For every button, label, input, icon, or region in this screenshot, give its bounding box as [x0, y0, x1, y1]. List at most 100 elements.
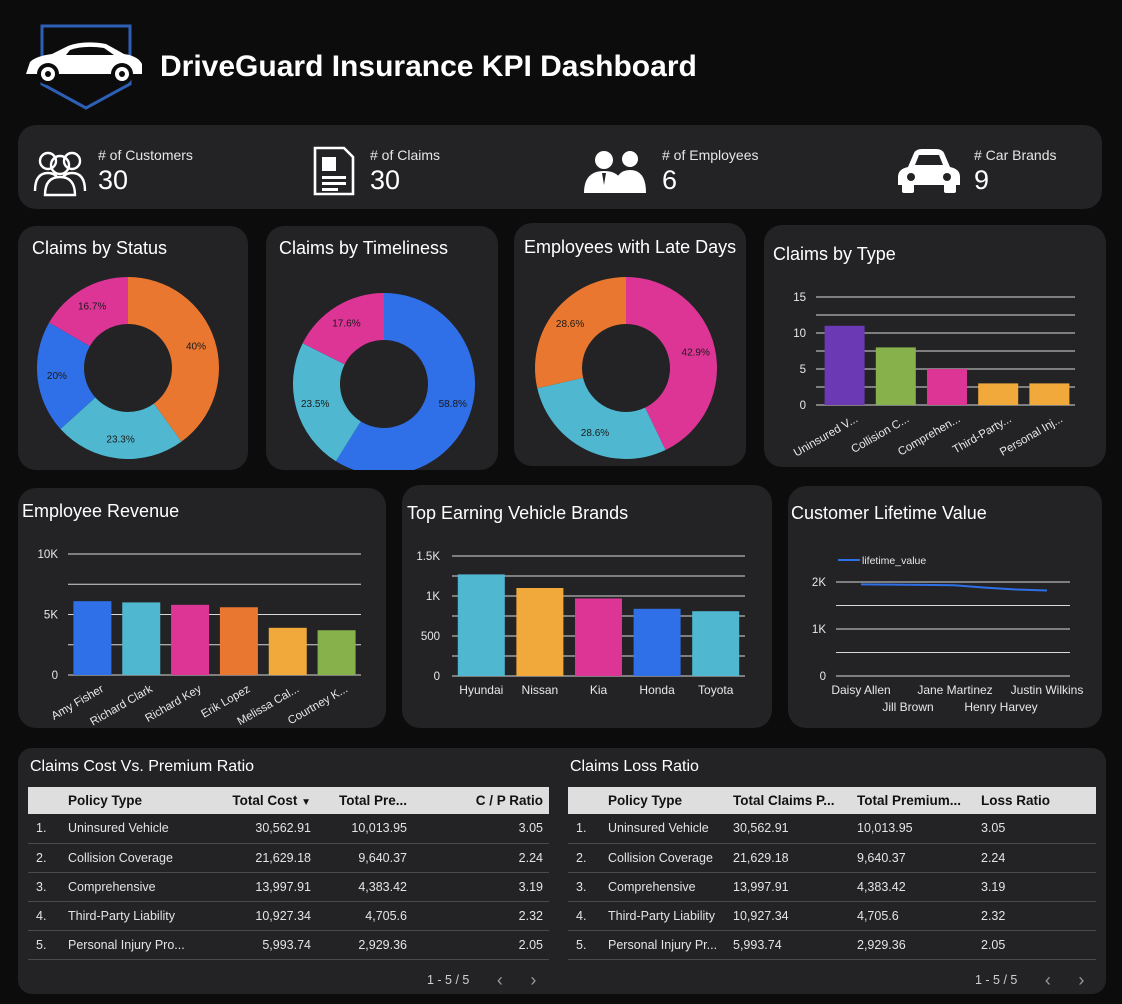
table-cell: 9,640.37: [851, 843, 975, 873]
table-cell: 2,929.36: [851, 930, 975, 960]
row-index: 2.: [28, 843, 62, 873]
y-tick-label: 0: [434, 671, 440, 683]
table-row[interactable]: 3. Comprehensive 13,997.91 4,383.42 3.19: [568, 872, 1096, 902]
kpi-value: 6: [662, 165, 678, 195]
bar[interactable]: [171, 604, 210, 675]
table-row[interactable]: 3. Comprehensive 13,997.91 4,383.42 3.19: [28, 872, 549, 902]
table-cell: 3.19: [413, 872, 549, 902]
index-header: [28, 787, 62, 814]
bar[interactable]: [268, 627, 307, 675]
table-row[interactable]: 4. Third-Party Liability 10,927.34 4,705.6 2…: [28, 901, 549, 931]
table-cell: Personal Injury Pr...: [602, 930, 727, 960]
y-tick-label: 1.5K: [416, 551, 440, 563]
table-cell: 10,927.34: [212, 901, 317, 931]
bar[interactable]: [122, 602, 161, 675]
column-header[interactable]: Policy Type: [602, 787, 727, 814]
x-tick-label: Uninsured V...: [792, 413, 860, 459]
column-header[interactable]: C / P Ratio: [413, 787, 549, 814]
pager-range: 1 - 5 / 5: [427, 972, 470, 987]
table-pager: 1 - 5 / 5 ‹ ›: [427, 970, 536, 991]
x-tick-label: Richard Key: [143, 683, 203, 725]
slice-label: 16.7%: [78, 302, 106, 313]
bar[interactable]: [516, 588, 564, 676]
x-tick-label: Henry Harvey: [964, 700, 1037, 714]
bar[interactable]: [875, 347, 916, 405]
y-tick-label: 15: [793, 292, 806, 304]
table-cell: 2.32: [413, 901, 549, 931]
table-cell: 10,927.34: [727, 901, 851, 931]
employee-revenue-chart: 05K10KAmy FisherRichard ClarkRichard Key…: [38, 549, 361, 728]
table-cell: Comprehensive: [602, 872, 727, 902]
sort-desc-icon: ▼: [301, 797, 311, 808]
column-header-sorted[interactable]: Total Cost ▼: [212, 787, 317, 814]
bar[interactable]: [1029, 383, 1070, 405]
kpi-label: # of Employees: [662, 147, 759, 163]
row-index: 4.: [28, 901, 62, 931]
table-cell: 5,993.74: [212, 930, 317, 960]
donut-slice[interactable]: [535, 277, 626, 389]
table-cell: Collision Coverage: [602, 843, 727, 873]
y-tick-label: 5: [800, 364, 806, 376]
bar[interactable]: [73, 601, 112, 675]
bar[interactable]: [692, 611, 740, 676]
table-cell: 9,640.37: [317, 843, 413, 873]
table-row[interactable]: 2. Collision Coverage 21,629.18 9,640.37 2.2…: [568, 843, 1096, 873]
bar[interactable]: [457, 574, 505, 676]
chevron-left-icon[interactable]: ‹: [1045, 970, 1051, 991]
slice-label: 17.6%: [332, 319, 360, 330]
table-cell: 30,562.91: [727, 814, 851, 844]
chevron-left-icon[interactable]: ‹: [497, 970, 503, 991]
table-cell: 10,013.95: [317, 814, 413, 844]
slice-label: 23.5%: [301, 399, 329, 410]
table-row[interactable]: 2. Collision Coverage 21,629.18 9,640.37 2.2…: [28, 843, 549, 873]
table-row[interactable]: 5. Personal Injury Pro... 5,993.74 2,929.36…: [28, 930, 549, 960]
chevron-right-icon[interactable]: ›: [530, 970, 536, 991]
x-tick-label: Jill Brown: [882, 700, 933, 714]
bar[interactable]: [317, 630, 356, 675]
bar[interactable]: [575, 598, 622, 676]
kpi-value: 9: [974, 165, 990, 195]
line-series[interactable]: [860, 583, 1048, 592]
x-tick-label: Jane Martinez: [917, 683, 992, 697]
bar[interactable]: [219, 607, 258, 675]
column-header[interactable]: Total Pre...: [317, 787, 413, 814]
table-cell: 13,997.91: [727, 872, 851, 902]
bar[interactable]: [824, 325, 865, 405]
table-pager: 1 - 5 / 5 ‹ ›: [975, 970, 1084, 991]
claims-by-status-card: Claims by Status 40% 23.3% 20% 16.7%: [18, 226, 248, 470]
table-cell: 3.05: [413, 814, 549, 844]
donut-slice[interactable]: [537, 377, 666, 459]
row-index: 5.: [568, 930, 602, 960]
car-icon: [898, 149, 960, 193]
kpi-claims: # of Claims 30: [312, 125, 562, 209]
table-cell: Third-Party Liability: [602, 901, 727, 931]
table-row[interactable]: 1. Uninsured Vehicle 30,562.91 10,013.95 3.0…: [28, 814, 549, 844]
column-header[interactable]: Total Claims P...: [727, 787, 851, 814]
table-cell: 4,705.6: [317, 901, 413, 931]
bar[interactable]: [927, 369, 967, 405]
loss-ratio-table: Policy Type Total Claims P... Total Prem…: [568, 787, 1096, 960]
kpi-customers: # of Customers 30: [32, 125, 282, 209]
table-cell: Uninsured Vehicle: [62, 814, 212, 844]
table-cell: Uninsured Vehicle: [602, 814, 727, 844]
column-header[interactable]: Loss Ratio: [975, 787, 1096, 814]
row-index: 1.: [28, 814, 62, 844]
table-cell: 2,929.36: [317, 930, 413, 960]
table-row[interactable]: 5. Personal Injury Pr... 5,993.74 2,929.36 2…: [568, 930, 1096, 960]
row-index: 4.: [568, 901, 602, 931]
table-row[interactable]: 1. Uninsured Vehicle 30,562.91 10,013.95 3.0…: [568, 814, 1096, 844]
employees-icon: [584, 151, 646, 193]
legend-label: lifetime_value: [862, 555, 926, 567]
page-title: DriveGuard Insurance KPI Dashboard: [160, 50, 697, 83]
tables-card: Claims Cost Vs. Premium Ratio Claims Los…: [18, 748, 1106, 994]
column-header[interactable]: Policy Type: [62, 787, 212, 814]
table-row[interactable]: 4. Third-Party Liability 10,927.34 4,705.6 2…: [568, 901, 1096, 931]
row-index: 5.: [28, 930, 62, 960]
table-cell: 10,013.95: [851, 814, 975, 844]
column-header[interactable]: Total Premium...: [851, 787, 975, 814]
chevron-right-icon[interactable]: ›: [1078, 970, 1084, 991]
kpi-label: # of Claims: [370, 147, 441, 163]
bar[interactable]: [978, 383, 1019, 405]
table-cell: 21,629.18: [212, 843, 317, 873]
bar[interactable]: [633, 608, 681, 676]
